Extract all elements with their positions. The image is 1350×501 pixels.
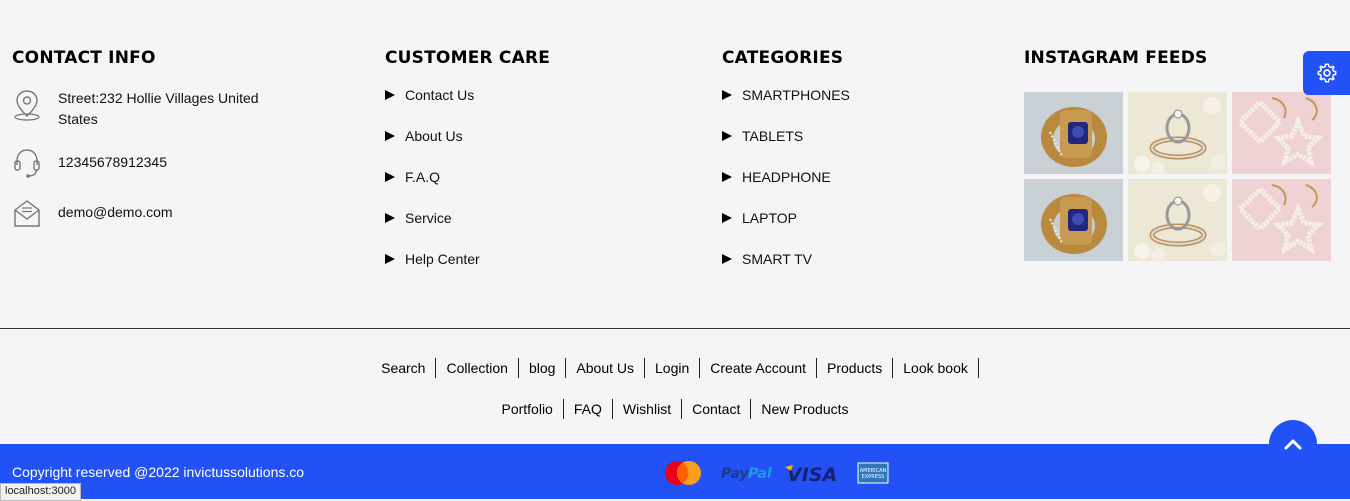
payment-methods: Pay Pal VISA AMERICAN EXPRESS: [663, 460, 889, 486]
instagram-photo-sapphire-ring[interactable]: [1024, 179, 1123, 261]
address-text: Street:232 Hollie Villages United States: [58, 90, 259, 127]
care-item-faq[interactable]: F.A.Q: [385, 169, 480, 210]
phone-text: 12345678912345: [58, 154, 168, 170]
triangle-bullet-icon: [385, 131, 395, 141]
category-item-tablets[interactable]: TABLETS: [722, 128, 850, 169]
footer-link-look-book[interactable]: Look book: [893, 358, 979, 378]
email-row: demo@demo.com: [12, 196, 273, 230]
triangle-bullet-icon: [722, 213, 732, 223]
american-express-icon: AMERICAN EXPRESS: [857, 462, 889, 484]
footer-link-about-us[interactable]: About Us: [566, 358, 646, 378]
status-url-tooltip: localhost:3000: [0, 483, 81, 501]
care-item-about-us[interactable]: About Us: [385, 128, 480, 169]
footer-link-login[interactable]: Login: [645, 358, 701, 378]
customer-care-heading: CUSTOMER CARE: [385, 48, 551, 68]
triangle-bullet-icon: [722, 90, 732, 100]
category-item-headphone[interactable]: HEADPHONE: [722, 169, 850, 210]
footer-link-collection[interactable]: Collection: [436, 358, 519, 378]
instagram-heading: INSTAGRAM FEEDS: [1024, 48, 1208, 68]
footer-link-new-products[interactable]: New Products: [751, 399, 858, 419]
categories-list: SMARTPHONES TABLETS HEADPHONE LAPTOP SMA…: [722, 87, 850, 292]
triangle-bullet-icon: [385, 90, 395, 100]
svg-text:VISA: VISA: [787, 464, 837, 485]
footer-link-blog[interactable]: blog: [519, 358, 567, 378]
customer-care-list: Contact Us About Us F.A.Q Service Help C…: [385, 87, 480, 292]
headset-icon: [14, 149, 40, 178]
instagram-grid: [1024, 92, 1331, 261]
categories-section: CATEGORIES SMARTPHONES TABLETS HEADPHONE…: [722, 48, 850, 267]
instagram-photo-diamond-ring[interactable]: [1128, 92, 1227, 174]
bottom-bar: Copyright reserved @2022 invictussolutio…: [0, 444, 1350, 499]
svg-text:Pal: Pal: [748, 466, 772, 482]
settings-button[interactable]: [1303, 51, 1350, 95]
category-item-smart-tv[interactable]: SMART TV: [722, 251, 850, 292]
footer-link-search[interactable]: Search: [371, 358, 437, 378]
care-item-help-center[interactable]: Help Center: [385, 251, 480, 292]
address-row: Street:232 Hollie Villages United States: [12, 88, 273, 130]
location-pin-icon: [14, 90, 40, 121]
instagram-photo-pearl-earrings[interactable]: [1232, 92, 1331, 174]
footer-link-portfolio[interactable]: Portfolio: [491, 399, 564, 419]
triangle-bullet-icon: [385, 172, 395, 182]
footer-link-create-account[interactable]: Create Account: [700, 358, 818, 378]
care-item-service[interactable]: Service: [385, 210, 480, 251]
visa-icon: VISA: [785, 464, 837, 485]
categories-heading: CATEGORIES: [722, 48, 844, 68]
mastercard-icon: [665, 461, 701, 485]
instagram-section: INSTAGRAM FEEDS: [1024, 48, 1331, 261]
triangle-bullet-icon: [722, 131, 732, 141]
category-item-laptop[interactable]: LAPTOP: [722, 210, 850, 251]
footer-divider: [0, 328, 1350, 329]
triangle-bullet-icon: [722, 172, 732, 182]
instagram-photo-pearl-earrings[interactable]: [1232, 179, 1331, 261]
email-text[interactable]: demo@demo.com: [58, 196, 273, 223]
gear-icon: [1317, 63, 1336, 83]
triangle-bullet-icon: [385, 213, 395, 223]
instagram-photo-sapphire-ring[interactable]: [1024, 92, 1123, 174]
chevron-up-icon: [1284, 439, 1302, 450]
phone-row: 12345678912345: [12, 146, 273, 180]
contact-info-section: CONTACT INFO Street:232 Hollie Villages …: [12, 48, 259, 227]
footer-link-products[interactable]: Products: [817, 358, 894, 378]
back-to-top-button[interactable]: [1269, 420, 1317, 468]
mail-icon: [14, 200, 40, 227]
care-item-contact-us[interactable]: Contact Us: [385, 87, 480, 128]
footer-link-contact[interactable]: Contact: [682, 399, 752, 419]
customer-care-section: CUSTOMER CARE Contact Us About Us F.A.Q …: [385, 48, 551, 267]
copyright-text: Copyright reserved @2022 invictussolutio…: [12, 464, 305, 480]
category-item-smartphones[interactable]: SMARTPHONES: [722, 87, 850, 128]
footer-links-row-2: Portfolio FAQ Wishlist Contact New Produ…: [0, 399, 1350, 419]
svg-text:Pay: Pay: [721, 466, 749, 482]
contact-info-heading: CONTACT INFO: [12, 48, 156, 68]
paypal-icon: Pay Pal: [721, 466, 772, 482]
footer-link-wishlist[interactable]: Wishlist: [613, 399, 683, 419]
footer-link-faq[interactable]: FAQ: [564, 399, 613, 419]
triangle-bullet-icon: [385, 254, 395, 264]
triangle-bullet-icon: [722, 254, 732, 264]
footer-links-row-1: Search Collection blog About Us Login Cr…: [0, 358, 1350, 378]
instagram-photo-diamond-ring[interactable]: [1128, 179, 1227, 261]
svg-text:EXPRESS: EXPRESS: [862, 474, 885, 480]
